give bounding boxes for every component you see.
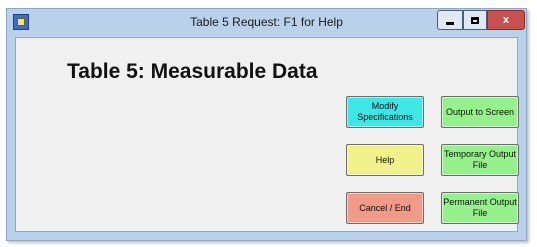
dialog-body: Table 5: Measurable Data Modify Specific… [15, 37, 519, 232]
maximize-icon [471, 16, 479, 24]
minimize-icon [446, 21, 454, 25]
permanent-output-file-button[interactable]: Permanent Output File [441, 192, 519, 224]
title-bar[interactable]: Table 5 Request: F1 for Help x [7, 9, 526, 37]
help-button[interactable]: Help [346, 144, 424, 176]
request-dialog: Table 5 Request: F1 for Help x Table 5: … [6, 8, 527, 241]
temporary-output-file-button[interactable]: Temporary Output File [441, 144, 519, 176]
close-button[interactable]: x [487, 10, 525, 30]
modify-specifications-button[interactable]: Modify Specifications [346, 96, 424, 128]
cancel-end-button[interactable]: Cancel / End [346, 192, 424, 224]
maximize-button[interactable] [463, 10, 487, 30]
page-title: Table 5: Measurable Data [67, 60, 318, 83]
close-icon: x [502, 14, 510, 26]
output-to-screen-button[interactable]: Output to Screen [441, 96, 519, 128]
minimize-button[interactable] [437, 10, 463, 30]
